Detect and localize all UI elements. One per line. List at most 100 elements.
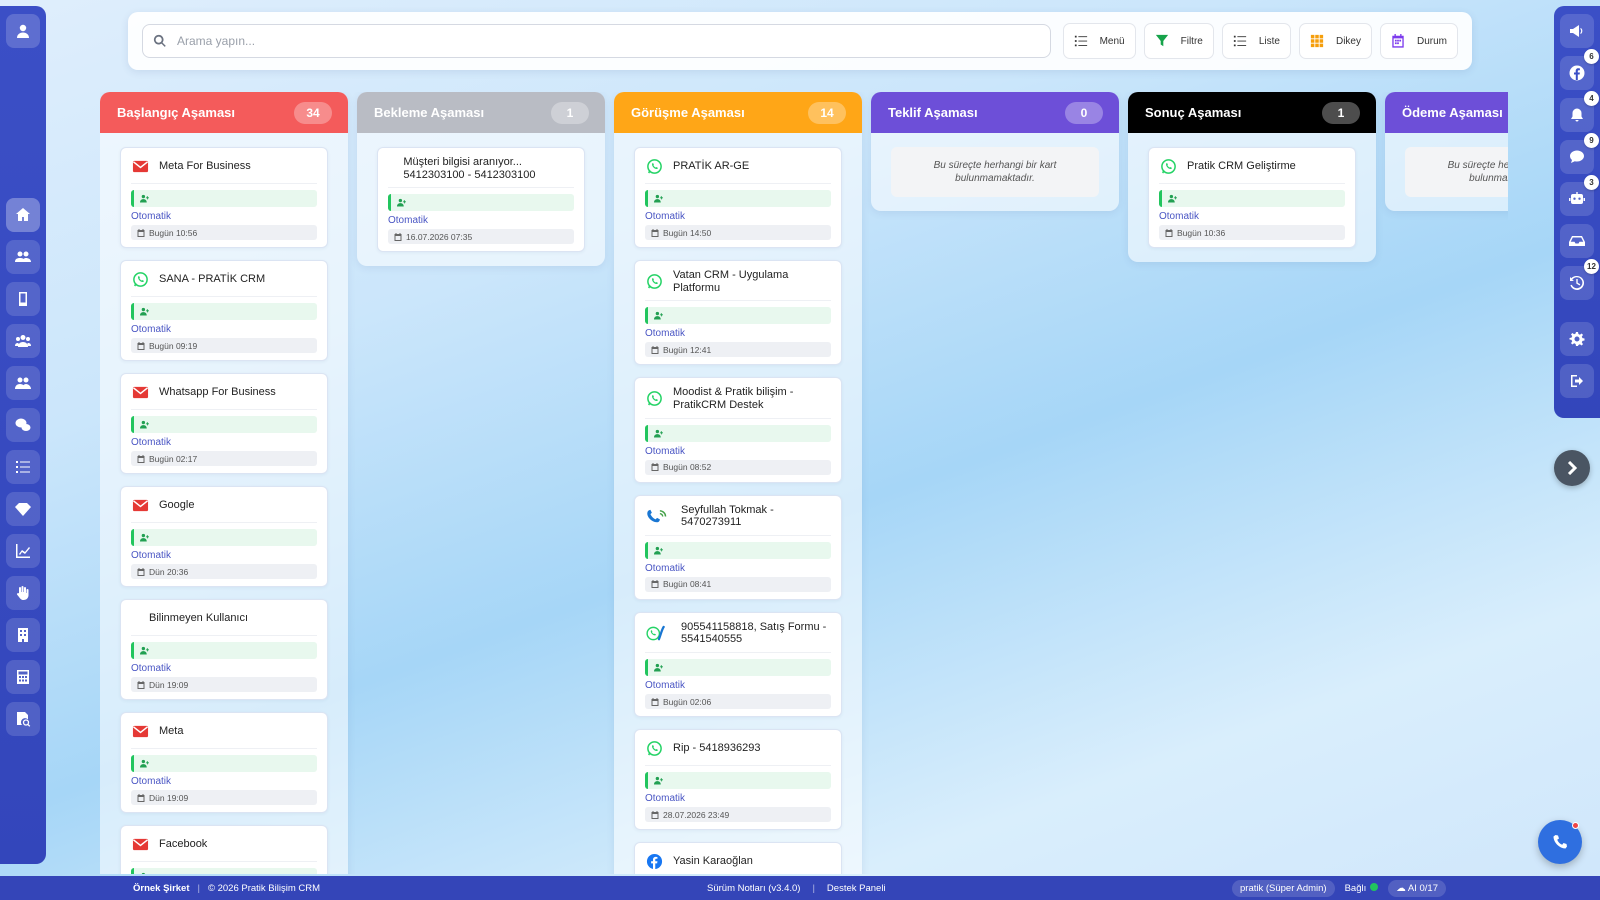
lead-card[interactable]: Facebook [120, 825, 328, 874]
assignee-tag[interactable] [131, 416, 317, 433]
lead-card[interactable]: Rip - 5418936293 Otomatik 28.07.2026 23:49 [634, 729, 842, 831]
robot-button[interactable]: 3 [1560, 175, 1599, 216]
stage-body: Pratik CRM Geliştirme Otomatik Bugün 10:36 [1128, 133, 1376, 262]
stage-header[interactable]: Sonuç Aşaması 1 [1128, 92, 1376, 133]
team-icon [15, 375, 31, 391]
stage-column: Bekleme Aşaması 1 Müşteri bilgisi aranıyor… [357, 92, 605, 267]
hand-nav-button[interactable] [6, 576, 40, 610]
lead-card[interactable]: Meta Otomatik Dün 19:09 [120, 712, 328, 813]
report-search-icon [15, 711, 31, 727]
release-notes-link[interactable]: Sürüm Notları (v3.4.0) [707, 883, 800, 894]
lead-card[interactable]: Bilinmeyen Kullanıcı Otomatik Dün 19:09 [120, 599, 328, 700]
whatsapp-phone-icon [645, 624, 671, 642]
lead-card[interactable]: Whatsapp For Business Otomatik Bugün 02:17 [120, 373, 328, 474]
assignee-tag[interactable] [131, 755, 317, 772]
lead-card[interactable]: SANA - PRATİK CRM Otomatik Bugün 09:19 [120, 260, 328, 361]
user-avatar-icon[interactable] [6, 14, 40, 48]
assignee-tag[interactable] [645, 424, 831, 442]
assignee-tag[interactable] [645, 659, 831, 677]
lead-card[interactable]: Pratik CRM Geliştirme Otomatik Bugün 10:36 [1148, 147, 1356, 248]
source-label: Otomatik [131, 550, 172, 561]
assignee-tag[interactable] [131, 190, 317, 207]
lead-card[interactable]: Vatan CRM - Uygulama Platformu Otomatik Bu… [634, 260, 842, 366]
inbox-button[interactable] [1560, 224, 1594, 258]
mail-icon [131, 497, 149, 515]
user-role-badge[interactable]: pratik (Süper Admin) [1232, 879, 1335, 897]
assignee-tag[interactable] [645, 541, 831, 559]
filtre-button[interactable]: Filtre [1143, 23, 1214, 59]
toolbar-button-label: Liste [1258, 35, 1280, 47]
gear-button[interactable] [1560, 322, 1594, 356]
lead-card[interactable]: 905541158818, Satış Formu - 5541540555 Ot… [634, 611, 842, 718]
stage-header[interactable]: Ödeme Aşaması [1385, 92, 1508, 133]
report-search-nav-button[interactable] [6, 702, 40, 736]
facebook-button[interactable]: 6 [1560, 49, 1599, 90]
lead-card-title: SANA - PRATİK CRM [159, 273, 266, 286]
notification-badge: 4 [1584, 91, 1599, 106]
lead-card[interactable]: Seyfullah Tokmak - 5470273911 Otomatik Bug… [634, 494, 842, 600]
phone-call-button[interactable] [1538, 820, 1582, 864]
durum-button[interactable]: Durum [1379, 23, 1458, 59]
stage-header[interactable]: Teklif Aşaması 0 [871, 92, 1119, 133]
diamond-nav-button[interactable] [6, 492, 40, 526]
stage-header[interactable]: Görüşme Aşaması 14 [614, 92, 862, 133]
assignee-tag[interactable] [388, 194, 574, 212]
user-group-nav-button[interactable] [6, 324, 40, 358]
team-nav-button[interactable] [6, 366, 40, 400]
assignee-tag[interactable] [645, 307, 831, 325]
user-group-icon [15, 333, 31, 349]
lead-card[interactable]: Meta For Business Otomatik Bugün 10:56 [120, 147, 328, 248]
lead-card[interactable]: Moodist & Pratik bilişim - PratikCRM Des… [634, 377, 842, 483]
assignee-tag[interactable] [131, 642, 317, 659]
stage-title: Başlangıç Aşaması [117, 105, 236, 120]
card-date-row: Bugün 02:06 [645, 694, 831, 710]
assignee-tag[interactable] [645, 190, 831, 207]
left-nav [6, 198, 40, 736]
support-panel-link[interactable]: Destek Paneli [827, 883, 886, 894]
calendar-icon [651, 345, 659, 354]
logout-button[interactable] [1560, 364, 1594, 398]
lead-card[interactable]: Google Otomatik Dün 20:36 [120, 486, 328, 587]
assignee-tag[interactable] [131, 868, 317, 874]
mobile-nav-button[interactable] [6, 282, 40, 316]
card-date-row: Bugün 09:19 [131, 338, 317, 353]
search-icon [153, 34, 166, 47]
lead-card[interactable]: Müşteri bilgisi aranıyor... 5412303100 -… [377, 147, 585, 253]
history-button[interactable]: 12 [1560, 259, 1599, 300]
menü-button[interactable]: Menü [1062, 23, 1136, 59]
source-label: Otomatik [131, 324, 172, 335]
lead-card-title: Whatsapp For Business [159, 386, 276, 399]
stage-header[interactable]: Başlangıç Aşaması 34 [100, 92, 348, 133]
calendar-icon [137, 793, 145, 802]
next-arrow-button[interactable] [1554, 450, 1590, 486]
megaphone-button[interactable] [1560, 14, 1594, 48]
chat-button[interactable]: 9 [1560, 133, 1599, 174]
lead-card[interactable]: Yasin Karaoğlan [634, 842, 842, 874]
dikey-button[interactable]: Dikey [1298, 23, 1372, 59]
task-list-nav-button[interactable] [6, 450, 40, 484]
lead-card[interactable]: PRATİK AR-GE Otomatik Bugün 14:50 [634, 147, 842, 248]
chart-nav-button[interactable] [6, 534, 40, 568]
notification-badge: 6 [1584, 49, 1599, 64]
card-date: Dün 20:36 [149, 566, 189, 577]
card-date: Bugün 08:52 [663, 462, 712, 473]
calculator-nav-button[interactable] [6, 660, 40, 694]
assignee-tag[interactable] [1159, 190, 1345, 207]
toolbar-button-label: Durum [1416, 35, 1447, 47]
home-nav-button[interactable] [6, 198, 40, 232]
ai-usage-badge[interactable]: ☁ AI 0/17 [1388, 879, 1446, 897]
card-date: Bugün 08:41 [663, 579, 712, 590]
users-nav-button[interactable] [6, 240, 40, 274]
assignee-tag[interactable] [645, 772, 831, 790]
bell-button[interactable]: 4 [1560, 91, 1599, 132]
liste-button[interactable]: Liste [1221, 23, 1291, 59]
card-date: 28.07.2026 23:49 [663, 809, 730, 820]
building-nav-button[interactable] [6, 618, 40, 652]
chat-bubbles-nav-button[interactable] [6, 408, 40, 442]
search-input[interactable] [177, 34, 1040, 48]
assignee-tag[interactable] [131, 529, 317, 546]
assignee-tag[interactable] [131, 303, 317, 320]
user-plus-icon [140, 307, 149, 316]
stage-header[interactable]: Bekleme Aşaması 1 [357, 92, 605, 133]
whatsapp-icon [1159, 158, 1177, 176]
